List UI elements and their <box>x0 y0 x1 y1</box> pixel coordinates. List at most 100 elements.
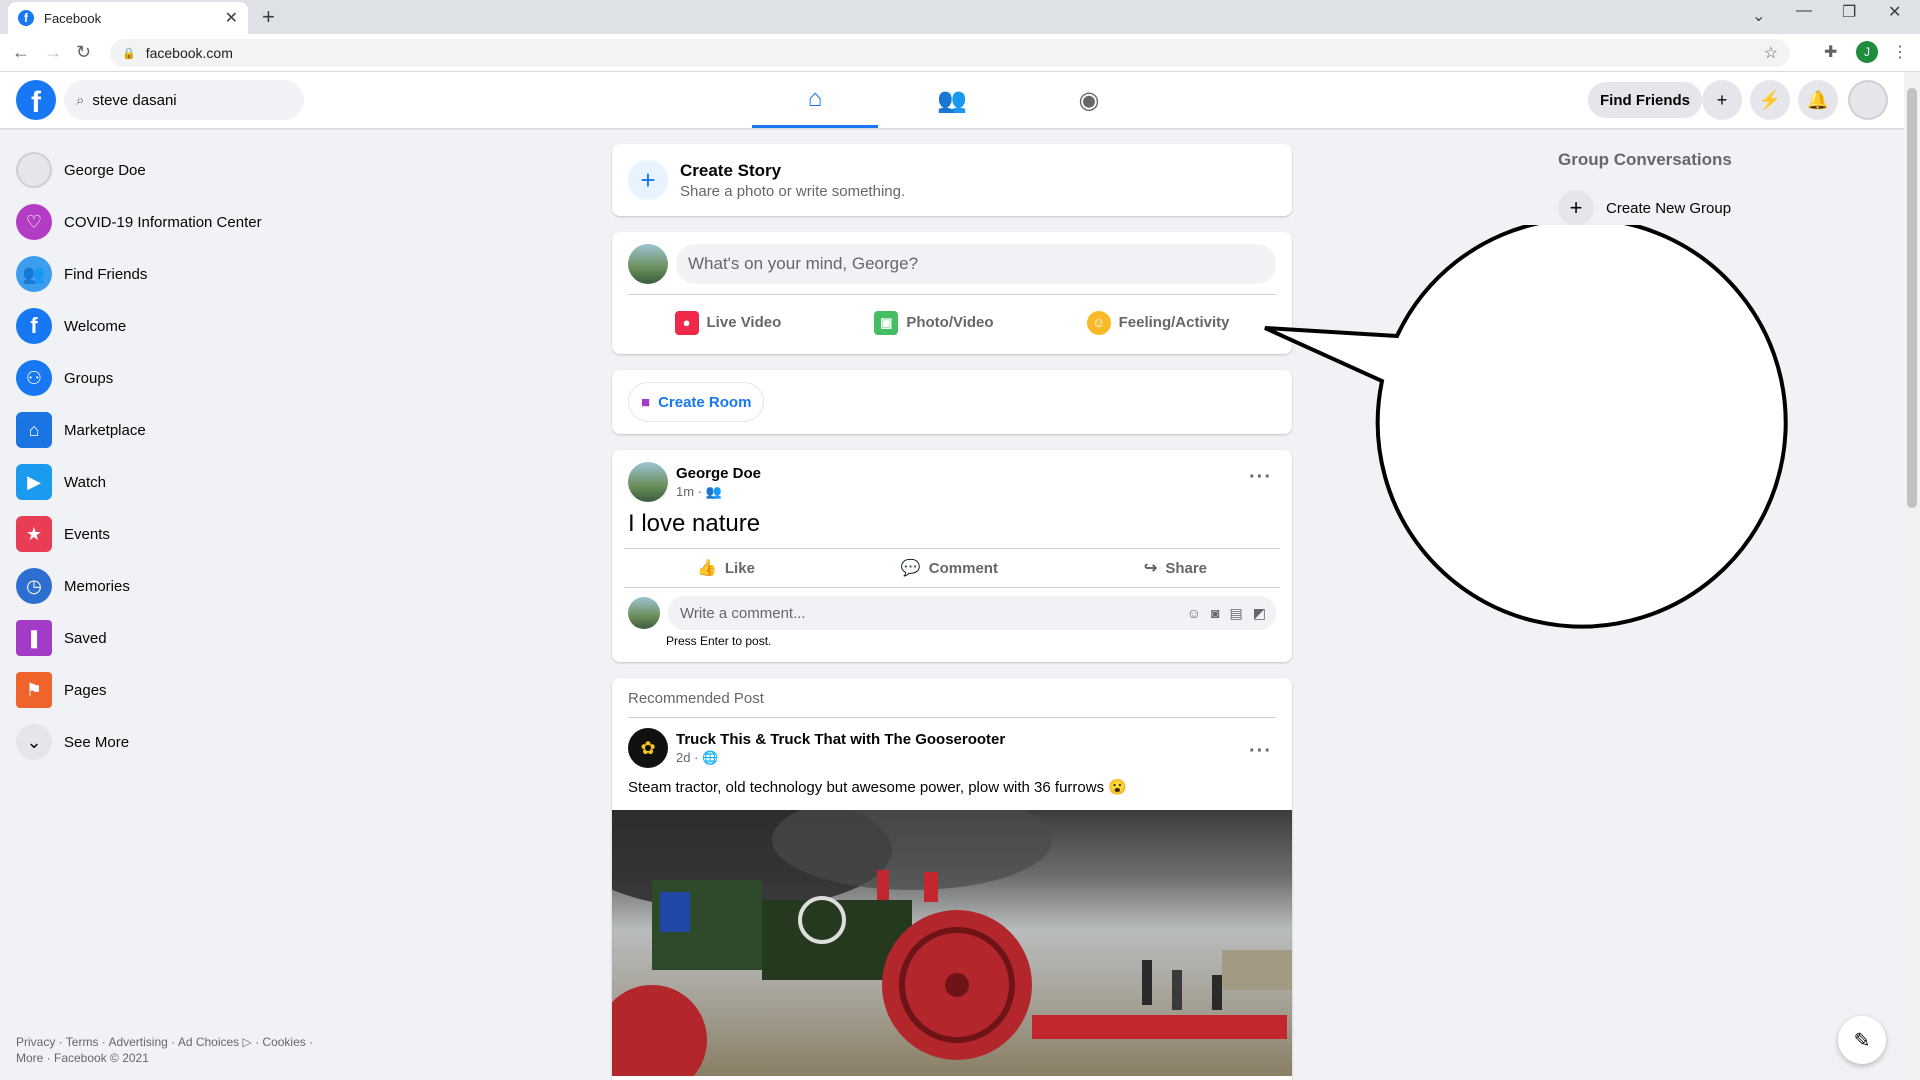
bookmark-icon: ❚ <box>16 620 52 656</box>
post-meta: 1m · 👥 <box>676 484 761 500</box>
sidebar-item-saved[interactable]: ❚ Saved <box>8 612 348 664</box>
browser-profile-avatar[interactable]: J <box>1856 41 1878 63</box>
sidebar-item-pages[interactable]: ⚑ Pages <box>8 664 348 716</box>
footer-copyright[interactable]: More · Facebook © 2021 <box>16 1050 313 1066</box>
minimize-icon[interactable]: — <box>1796 2 1812 20</box>
feeling-activity-button[interactable]: ☺ Feeling/Activity <box>1086 310 1230 335</box>
live-video-button[interactable]: ● Live Video <box>674 310 782 335</box>
sidebar-item-watch[interactable]: ▶ Watch <box>8 456 348 508</box>
post-timestamp[interactable]: 1m · <box>676 484 702 499</box>
back-icon[interactable]: ← <box>12 42 30 63</box>
more-options-icon[interactable]: ··· <box>1249 740 1272 763</box>
create-new-group-label: Create New Group <box>1606 199 1732 217</box>
photo-video-label: Photo/Video <box>906 314 994 331</box>
new-tab-icon[interactable]: + <box>262 4 275 30</box>
post-text: I love nature <box>628 510 761 537</box>
avatar[interactable] <box>628 462 668 502</box>
sidebar-item-find-friends[interactable]: 👥 Find Friends <box>8 248 348 300</box>
sidebar-item-label: Saved <box>64 629 107 647</box>
new-message-button[interactable]: ✎ <box>1838 1016 1886 1064</box>
extensions-icon[interactable]: ✚ <box>1824 42 1837 62</box>
browser-menu-icon[interactable]: ⋮ <box>1892 42 1908 62</box>
groups-icon: ⚇ <box>16 360 52 396</box>
camera-icon[interactable]: ◙ <box>1211 605 1219 622</box>
recommended-meta: 2d · 🌐 <box>676 750 1005 766</box>
avatar[interactable] <box>628 597 660 629</box>
photo-video-button[interactable]: ▣ Photo/Video <box>874 310 994 335</box>
browser-tab-bar: f Facebook ✕ + ⌄ — ❐ ✕ <box>0 0 1920 34</box>
flag-icon: ⚑ <box>16 672 52 708</box>
speech-bubble-shape <box>1264 225 1788 629</box>
sidebar-item-welcome[interactable]: f Welcome <box>8 300 348 352</box>
forward-icon[interactable]: → <box>44 42 62 63</box>
browser-tab[interactable]: f Facebook ✕ <box>8 2 248 34</box>
friends-audience-icon: 👥 <box>705 483 722 499</box>
sidebar-item-see-more[interactable]: ⌄ See More <box>8 716 348 768</box>
create-story-title: Create Story <box>680 160 782 180</box>
like-label: Like <box>724 559 755 577</box>
bookmark-star-icon[interactable]: ☆ <box>1764 43 1778 63</box>
thumbs-up-icon: 👍 <box>696 560 717 577</box>
messenger-icon: ⚡ <box>1758 89 1782 110</box>
sidebar-item-covid[interactable]: ♡ COVID-19 Information Center <box>8 196 348 248</box>
tab-search-icon[interactable]: ⌄ <box>1752 6 1765 26</box>
close-window-icon[interactable]: ✕ <box>1888 2 1901 22</box>
compose-icon: ✎ <box>1853 1029 1871 1052</box>
create-button[interactable]: + <box>1702 80 1742 120</box>
status-input[interactable]: What's on your mind, George? <box>676 244 1276 284</box>
facebook-logo-icon[interactable]: f <box>16 80 56 120</box>
sidebar-footer: Privacy · Terms · Advertising · Ad Choic… <box>16 1034 313 1066</box>
facebook-favicon-icon: f <box>18 10 34 26</box>
sidebar-item-events[interactable]: ★ Events <box>8 508 348 560</box>
messenger-button[interactable]: ⚡ <box>1750 80 1790 120</box>
globe-icon: 🌐 <box>702 749 719 765</box>
search-input[interactable] <box>92 91 273 109</box>
tab-friends[interactable]: 👥 <box>889 72 1015 128</box>
url-text: facebook.com <box>145 45 233 61</box>
live-video-label: Live Video <box>706 314 782 331</box>
recommended-timestamp[interactable]: 2d · <box>676 750 698 765</box>
plus-icon: + <box>628 160 668 200</box>
emoji-icon[interactable]: ☺ <box>1187 605 1201 622</box>
home-icon: ⌂ <box>807 84 823 112</box>
bell-icon: 🔔 <box>1806 89 1830 110</box>
notifications-button[interactable]: 🔔 <box>1798 80 1838 120</box>
close-tab-icon[interactable]: ✕ <box>225 8 238 28</box>
page-avatar[interactable]: ✿ <box>628 728 668 768</box>
comment-input[interactable]: Write a comment... ☺ ◙ ▤ ◩ <box>668 596 1276 630</box>
create-story-card[interactable]: + Create Story Share a photo or write so… <box>612 144 1292 216</box>
sidebar-item-label: Watch <box>64 473 106 491</box>
sidebar-item-profile[interactable]: George Doe <box>8 144 348 196</box>
create-new-group-button[interactable]: + Create New Group <box>1558 190 1878 226</box>
avatar[interactable] <box>628 244 668 284</box>
press-enter-hint: Press Enter to post. <box>666 634 772 648</box>
sidebar-item-label: Events <box>64 525 110 543</box>
like-button[interactable]: 👍 Like <box>697 558 755 578</box>
post-author[interactable]: George Doe <box>676 465 761 482</box>
account-avatar[interactable] <box>1848 80 1888 120</box>
find-friends-button[interactable]: Find Friends <box>1588 82 1702 118</box>
scrollbar-thumb[interactable] <box>1907 88 1917 508</box>
url-field[interactable]: 🔒 facebook.com ☆ <box>110 39 1790 67</box>
create-room-label: Create Room <box>658 393 752 411</box>
comment-button[interactable]: 💬 Comment <box>901 558 998 578</box>
sidebar-item-marketplace[interactable]: ⌂ Marketplace <box>8 404 348 456</box>
footer-links[interactable]: Privacy · Terms · Advertising · Ad Choic… <box>16 1034 313 1050</box>
tab-groups[interactable]: ◉ <box>1026 72 1152 128</box>
recommended-author[interactable]: Truck This & Truck That with The Goosero… <box>676 731 1005 748</box>
restore-icon[interactable]: ❐ <box>1842 2 1856 22</box>
reload-icon[interactable]: ↻ <box>76 42 91 63</box>
sidebar-item-label: Find Friends <box>64 265 148 283</box>
share-button[interactable]: ↪ Share <box>1144 558 1207 578</box>
sidebar-item-label: Pages <box>64 681 107 699</box>
profile-avatar-icon <box>16 152 52 188</box>
gif-icon[interactable]: ▤ <box>1230 605 1243 622</box>
lock-icon: 🔒 <box>122 47 136 60</box>
tab-home[interactable]: ⌂ <box>752 72 878 128</box>
create-room-button[interactable]: ■ Create Room <box>628 382 765 422</box>
search-box[interactable]: ⌕ <box>64 80 304 120</box>
sidebar-item-groups[interactable]: ⚇ Groups <box>8 352 348 404</box>
sidebar-item-memories[interactable]: ◷ Memories <box>8 560 348 612</box>
feeling-activity-label: Feeling/Activity <box>1118 314 1230 331</box>
post-video-thumbnail[interactable] <box>612 810 1292 1076</box>
